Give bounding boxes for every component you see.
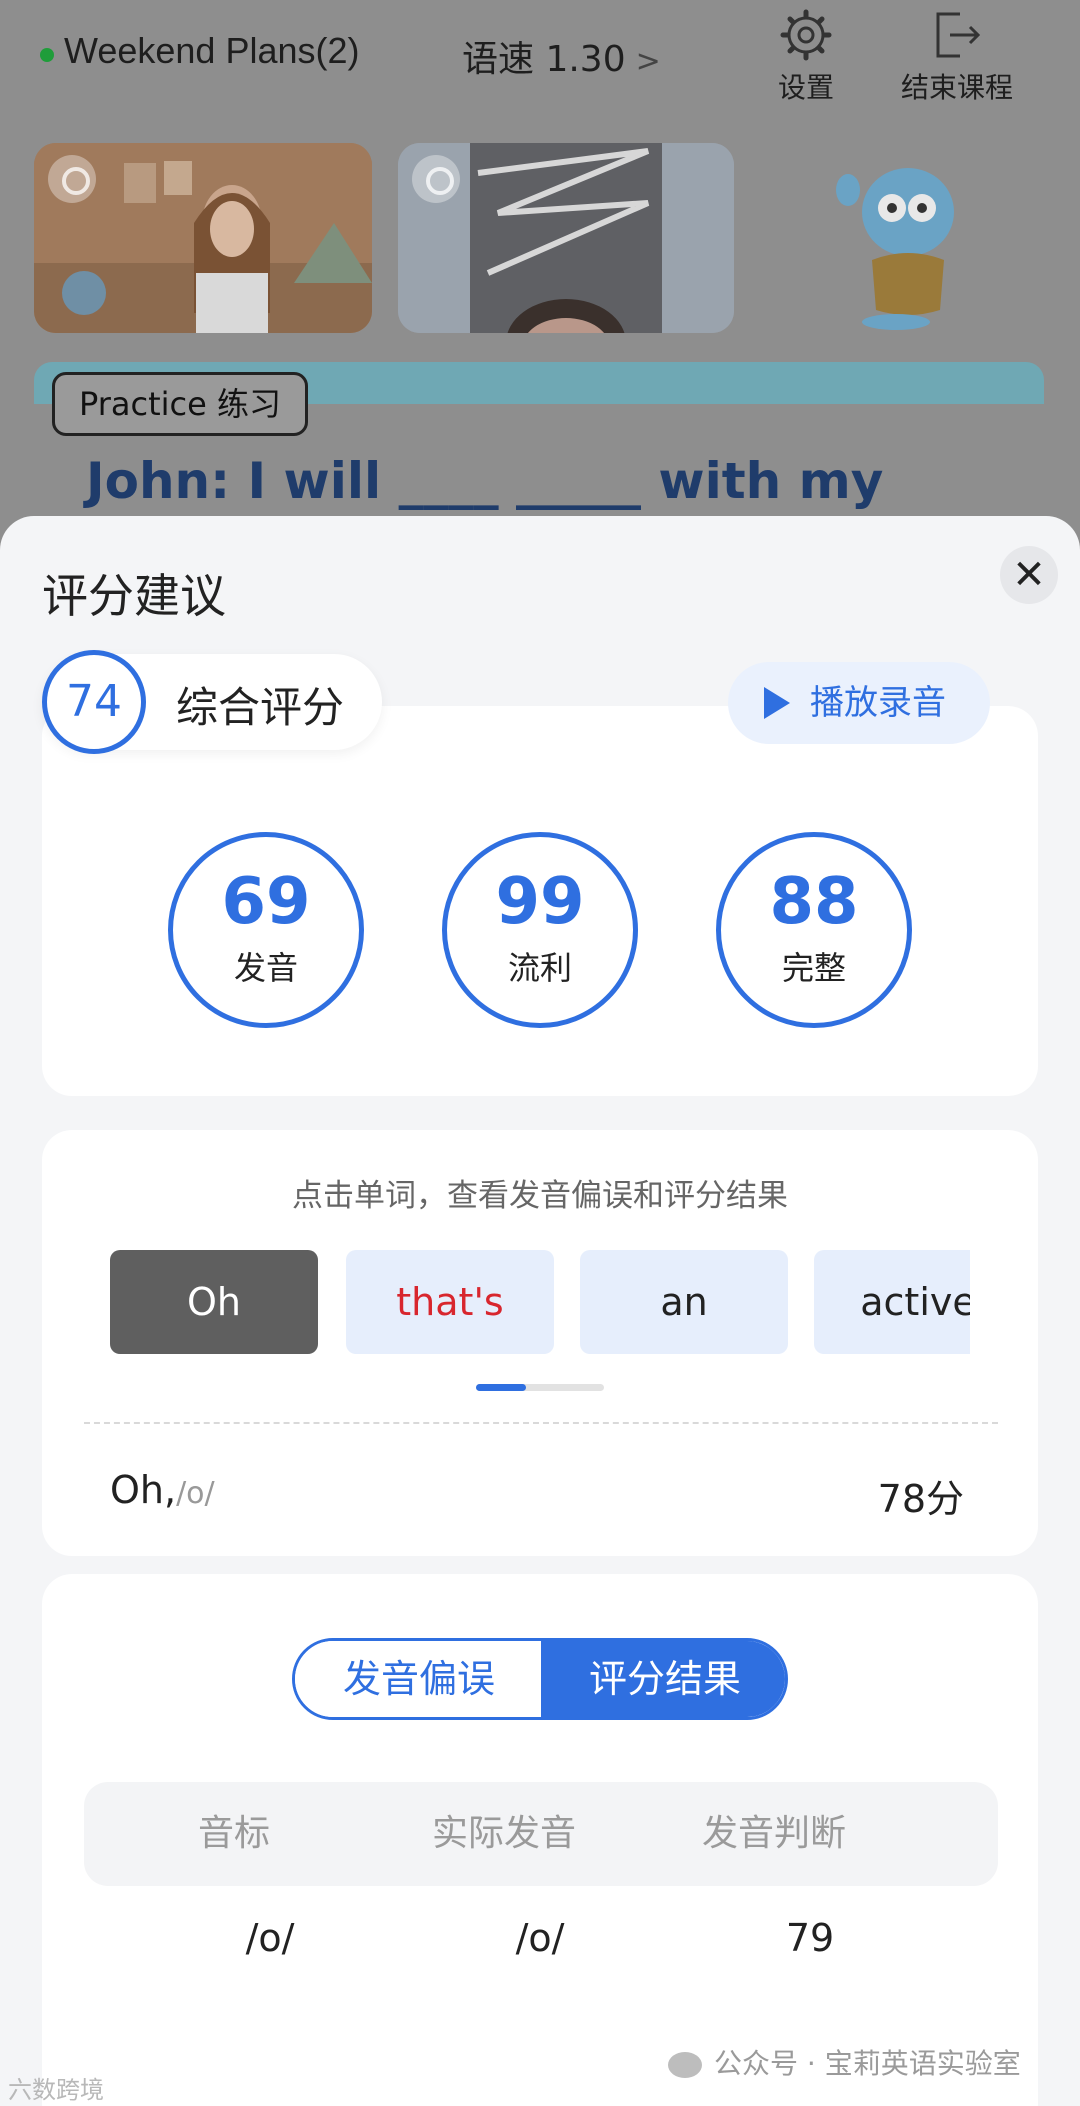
selected-word: Oh, [110, 1468, 177, 1512]
column-header: 发音判断 [701, 1813, 846, 1854]
practice-tag: Practice 练习 [52, 372, 308, 436]
table-cell: /o/ [515, 1916, 565, 1960]
table-header: 音标 实际发音 发音判断 [84, 1782, 998, 1886]
tab-pronunciation-errors[interactable]: 发音偏误 [295, 1641, 543, 1717]
camera-icon [48, 155, 96, 203]
divider [84, 1422, 998, 1424]
camera-icon [412, 155, 460, 203]
word-hint: 点击单词，查看发音偏误和评分结果 [292, 1178, 788, 1214]
pronunciation-score: 69 发音 [168, 832, 364, 1028]
online-status-dot [40, 48, 54, 62]
play-icon [764, 687, 790, 719]
top-bar: Weekend Plans(2) 语速 1.30 > 设置 结束课程 [0, 0, 1080, 130]
score-value: 99 [495, 865, 585, 939]
completeness-score: 88 完整 [716, 832, 912, 1028]
selected-word-ipa: /o/ [176, 1476, 215, 1511]
wechat-icon [668, 2052, 702, 2078]
table-cell: 79 [785, 1916, 835, 1960]
play-recording-button[interactable]: 播放录音 [728, 662, 990, 744]
score-value: 88 [769, 865, 859, 939]
sheet-title: 评分建议 [42, 569, 226, 623]
watermark-text: 公众号 · 宝莉英语实验室 [714, 2047, 1021, 2080]
scroll-thumb [476, 1384, 526, 1391]
fluency-score: 99 流利 [442, 832, 638, 1028]
word-scroll-indicator [476, 1384, 604, 1391]
score-value: 69 [221, 865, 311, 939]
overall-score-value: 74 [42, 650, 146, 754]
close-button[interactable]: ✕ [1000, 546, 1058, 604]
word-chip[interactable]: Oh [110, 1250, 318, 1354]
tab-score-results[interactable]: 评分结果 [541, 1641, 785, 1717]
settings-button[interactable]: 设置 [746, 8, 866, 108]
word-chip[interactable]: an [580, 1250, 788, 1354]
exit-course-button[interactable]: 结束课程 [897, 8, 1017, 108]
exit-icon [936, 12, 981, 58]
score-label: 发音 [233, 949, 298, 987]
watermark-right: 公众号 · 宝莉英语实验室 [668, 2042, 1021, 2082]
table-cell: /o/ [245, 1916, 295, 1960]
score-label: 流利 [507, 949, 572, 987]
speed-label: 语速 1.30 [462, 39, 626, 80]
overall-score-label: 综合评分 [176, 683, 345, 732]
speed-selector[interactable]: 语速 1.30 > [462, 30, 661, 82]
score-feedback-sheet: 评分建议 ✕ 74 综合评分 播放录音 69 发音 99 流利 88 完整 点击… [0, 516, 1080, 2106]
gear-icon [780, 9, 832, 61]
analysis-tab-switch[interactable]: 发音偏误 评分结果 [292, 1638, 788, 1720]
mascot-image [836, 168, 954, 330]
lesson-title: Weekend Plans(2) [64, 30, 360, 71]
student-video[interactable] [398, 143, 734, 333]
selected-word-score: 78分 [877, 1477, 964, 1521]
column-header: 音标 [197, 1813, 270, 1854]
settings-label: 设置 [777, 71, 834, 104]
teacher-video[interactable] [34, 143, 372, 333]
overall-score-pill: 74 综合评分 [42, 650, 382, 754]
selected-word-detail: Oh,/o/ [110, 1468, 215, 1512]
score-label: 完整 [781, 949, 846, 987]
column-header: 实际发音 [431, 1813, 576, 1854]
play-recording-label: 播放录音 [810, 683, 946, 723]
word-chip[interactable]: that's [346, 1250, 554, 1354]
exit-course-label: 结束课程 [900, 71, 1013, 104]
word-chip[interactable]: active [814, 1250, 970, 1354]
chevron-right-icon: > [635, 44, 661, 79]
watermark-left: 六数跨境 [8, 2076, 104, 2104]
word-list[interactable]: Oh that's an active [110, 1250, 970, 1356]
classroom-area: Weekend Plans(2) 语速 1.30 > 设置 结束课程 Pract… [0, 0, 1080, 568]
